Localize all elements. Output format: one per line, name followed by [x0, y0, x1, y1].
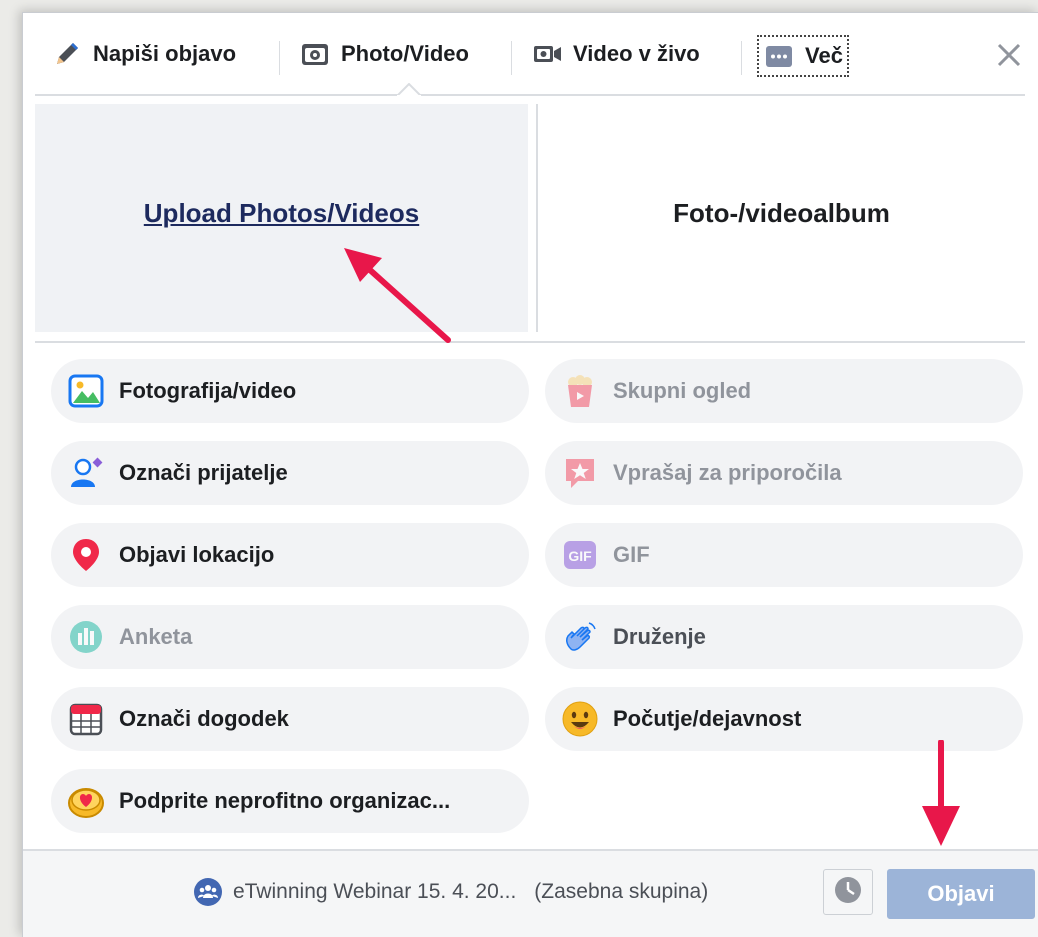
tab-photo-video-label: Photo/Video	[341, 41, 469, 66]
tabs-divider	[35, 94, 1025, 96]
tab-write-post-label: Napiši objavo	[93, 41, 237, 66]
section-divider	[35, 341, 1025, 343]
option-hangout[interactable]: Druženje	[545, 605, 1023, 669]
more-dots-icon	[763, 40, 795, 72]
option-poll[interactable]: Anketa	[51, 605, 529, 669]
tab-write-post[interactable]: Napiši objavo	[51, 35, 236, 73]
option-ask-recommendations-label: Vprašaj za priporočila	[613, 460, 842, 485]
audience-selector[interactable]: eTwinning Webinar 15. 4. 20... (Zasebna …	[193, 877, 708, 907]
option-gif-label: GIF	[613, 542, 650, 567]
group-name: eTwinning Webinar 15. 4. 20...	[233, 880, 517, 903]
clock-icon	[833, 875, 863, 910]
option-watch-party[interactable]: Skupni ogled	[545, 359, 1023, 423]
group-icon	[193, 877, 223, 907]
option-tag-friends[interactable]: Označi prijatelje	[51, 441, 529, 505]
recommendation-star-icon	[561, 454, 599, 492]
tab-live-video[interactable]: Video v živo	[531, 35, 700, 73]
gif-icon: GIF	[561, 536, 599, 574]
option-poll-label: Anketa	[119, 624, 193, 649]
tab-photo-video[interactable]: Photo/Video	[299, 35, 469, 73]
composer-tabs: Napiši objavo Photo/Video Video v živo V…	[23, 13, 1038, 107]
calendar-icon	[67, 700, 105, 738]
photo-album-panel[interactable]: Foto-/videoalbum	[538, 104, 1025, 332]
option-tag-event-label: Označi dogodek	[119, 706, 289, 731]
group-privacy: (Zasebna skupina)	[534, 880, 709, 903]
option-support-nonprofit-label: Podprite neprofitno organizac...	[119, 788, 451, 813]
tab-live-video-label: Video v živo	[573, 41, 700, 66]
option-tag-event[interactable]: Označi dogodek	[51, 687, 529, 751]
waving-hand-icon	[561, 618, 599, 656]
popcorn-icon	[561, 372, 599, 410]
photo-album-label[interactable]: Foto-/videoalbum	[673, 198, 890, 229]
tab-more-label: Več	[805, 43, 843, 68]
pencil-icon	[51, 38, 83, 70]
video-camera-icon	[531, 38, 563, 70]
composer-footer: eTwinning Webinar 15. 4. 20... (Zasebna …	[23, 849, 1038, 937]
option-feeling-activity-label: Počutje/dejavnost	[613, 706, 802, 731]
tab-divider	[741, 41, 742, 75]
photo-icon	[67, 372, 105, 410]
schedule-button[interactable]	[823, 869, 873, 915]
location-pin-icon	[67, 536, 105, 574]
option-hangout-label: Druženje	[613, 624, 706, 649]
svg-text:GIF: GIF	[568, 548, 592, 564]
tag-friends-icon	[67, 454, 105, 492]
camera-icon	[299, 38, 331, 70]
tab-more[interactable]: Več	[757, 35, 849, 77]
upload-photos-panel[interactable]: Upload Photos/Videos	[35, 104, 528, 332]
upload-photos-link[interactable]: Upload Photos/Videos	[144, 198, 419, 229]
smiley-face-icon	[561, 700, 599, 738]
option-feeling-activity[interactable]: Počutje/dejavnost	[545, 687, 1023, 751]
post-button[interactable]: Objavi	[887, 869, 1035, 919]
tab-divider	[279, 41, 280, 75]
option-gif[interactable]: GIF GIF	[545, 523, 1023, 587]
option-ask-recommendations[interactable]: Vprašaj za priporočila	[545, 441, 1023, 505]
option-tag-friends-label: Označi prijatelje	[119, 460, 288, 485]
tab-divider	[511, 41, 512, 75]
create-post-dialog: Napiši objavo Photo/Video Video v živo V…	[22, 12, 1038, 937]
option-support-nonprofit[interactable]: Podprite neprofitno organizac...	[51, 769, 529, 833]
option-photo-video-label: Fotografija/video	[119, 378, 297, 403]
option-check-in-label: Objavi lokacijo	[119, 542, 275, 567]
option-photo-video[interactable]: Fotografija/video	[51, 359, 529, 423]
option-check-in[interactable]: Objavi lokacijo	[51, 523, 529, 587]
heart-coin-icon	[67, 782, 105, 820]
close-icon[interactable]	[993, 39, 1025, 71]
poll-icon	[67, 618, 105, 656]
option-watch-party-label: Skupni ogled	[613, 378, 752, 403]
